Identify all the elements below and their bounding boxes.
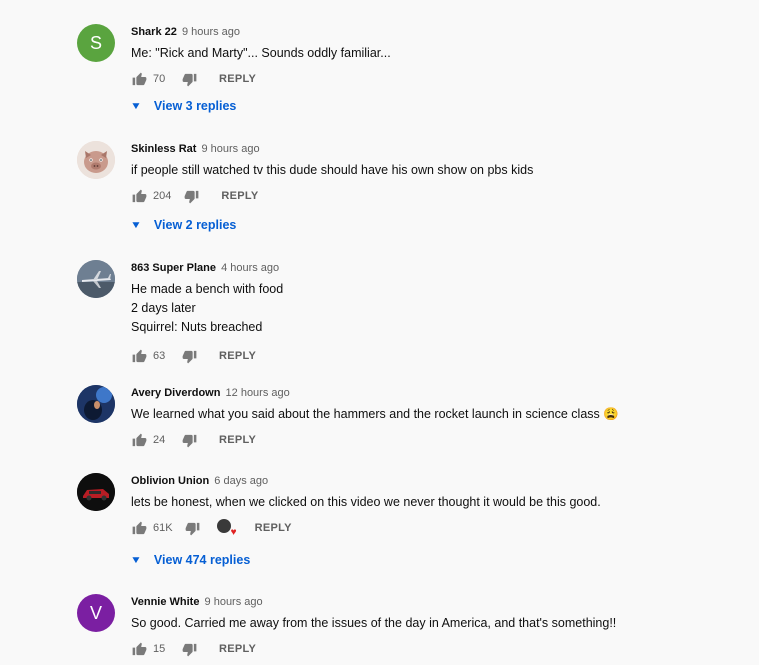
comment-text: if people still watched tv this dude sho… <box>131 163 534 177</box>
avatar-letter: V <box>89 602 102 623</box>
comment-actions: 63 REPLY <box>131 346 739 366</box>
creator-heart-icon[interactable]: ♥ <box>216 519 237 538</box>
avatar[interactable] <box>77 141 115 179</box>
dislike-icon[interactable] <box>181 432 197 448</box>
comment-body: Avery Diverdown 12 hours ago We learned … <box>131 386 739 450</box>
comment-actions: 70 REPLY <box>131 69 739 89</box>
comment-actions: 24 REPLY <box>131 430 739 450</box>
comment-text: We learned what you said about the hamme… <box>131 407 619 421</box>
creator-avatar-icon <box>216 519 231 533</box>
comment-author[interactable]: Skinless Rat <box>131 143 196 155</box>
avatar[interactable] <box>77 473 115 511</box>
avatar[interactable] <box>77 385 115 423</box>
comment-body: Shark 22 9 hours ago Me: "Rick and Marty… <box>131 25 739 89</box>
avatar[interactable]: S <box>77 24 115 62</box>
comment-time[interactable]: 9 hours ago <box>205 596 263 608</box>
dislike-icon[interactable] <box>181 641 197 657</box>
comment-text-line: 2 days later <box>131 301 196 315</box>
comment-text: He made a bench with food 2 days later S… <box>131 280 739 337</box>
like-icon[interactable] <box>131 641 147 657</box>
like-count: 15 <box>153 643 166 655</box>
comment-time[interactable]: 12 hours ago <box>226 387 290 399</box>
comment-text: So good. Carried me away from the issues… <box>131 616 617 630</box>
comment-body: Oblivion Union 6 days ago lets be honest… <box>131 474 739 538</box>
view-replies-button[interactable]: ▼ View 2 replies <box>130 218 237 232</box>
like-icon[interactable] <box>131 520 147 536</box>
like-icon[interactable] <box>131 71 147 87</box>
like-icon[interactable] <box>131 348 147 364</box>
view-replies-label: View 3 replies <box>153 99 237 113</box>
dislike-icon[interactable] <box>181 71 197 87</box>
like-count: 24 <box>153 434 166 446</box>
chevron-down-icon: ▼ <box>130 100 142 112</box>
chevron-down-icon: ▼ <box>130 554 142 566</box>
comment-actions: 204 REPLY <box>131 186 739 206</box>
comment-author[interactable]: Avery Diverdown <box>131 387 220 399</box>
like-count: 63 <box>153 350 166 362</box>
comment-author[interactable]: Vennie White <box>131 596 199 608</box>
view-replies-button[interactable]: ▼ View 3 replies <box>130 99 237 113</box>
comment-author[interactable]: Oblivion Union <box>131 475 209 487</box>
reply-button[interactable]: REPLY <box>219 73 256 85</box>
reply-button[interactable]: REPLY <box>219 643 256 655</box>
like-count: 70 <box>153 73 166 85</box>
comment-text-line: Squirrel: Nuts breached <box>131 320 263 334</box>
reply-button[interactable]: REPLY <box>255 522 292 534</box>
view-replies-label: View 2 replies <box>153 218 237 232</box>
comment-body: Vennie White 9 hours ago So good. Carrie… <box>131 595 739 659</box>
comment-text-line: He made a bench with food <box>131 282 284 296</box>
like-count: 61K <box>153 522 173 534</box>
avatar-letter: S <box>89 32 102 53</box>
dislike-icon[interactable] <box>185 520 201 536</box>
comment-text: lets be honest, when we clicked on this … <box>131 495 601 509</box>
reply-button[interactable]: REPLY <box>221 190 258 202</box>
comment-text: Me: "Rick and Marty"... Sounds oddly fam… <box>131 46 391 60</box>
car-avatar-icon <box>77 473 115 511</box>
like-icon[interactable] <box>131 188 147 204</box>
comment-time[interactable]: 9 hours ago <box>201 143 259 155</box>
view-replies-label: View 474 replies <box>153 553 251 567</box>
pig-avatar-icon <box>77 141 115 179</box>
comment-time[interactable]: 4 hours ago <box>221 262 279 274</box>
view-replies-button[interactable]: ▼ View 474 replies <box>130 553 251 567</box>
chevron-down-icon: ▼ <box>130 219 142 231</box>
comment-body: 863 Super Plane 4 hours ago He made a be… <box>131 261 739 366</box>
comment-author[interactable]: 863 Super Plane <box>131 262 216 274</box>
like-count: 204 <box>153 190 172 202</box>
like-icon[interactable] <box>131 432 147 448</box>
dislike-icon[interactable] <box>183 188 199 204</box>
comment-author[interactable]: Shark 22 <box>131 26 177 38</box>
airplane-avatar-icon <box>77 260 115 298</box>
comment-body: Skinless Rat 9 hours ago if people still… <box>131 142 739 206</box>
avatar[interactable]: V <box>77 594 115 632</box>
heart-icon: ♥ <box>230 527 237 538</box>
comment-time[interactable]: 9 hours ago <box>182 26 240 38</box>
avatar[interactable] <box>77 260 115 298</box>
comment-actions: 61K ♥ REPLY <box>131 518 739 538</box>
dislike-icon[interactable] <box>181 348 197 364</box>
comment-actions: 15 REPLY <box>131 639 739 659</box>
reply-button[interactable]: REPLY <box>219 434 256 446</box>
reply-button[interactable]: REPLY <box>219 350 256 362</box>
photo-avatar-icon <box>77 385 115 423</box>
comment-time[interactable]: 6 days ago <box>214 475 268 487</box>
